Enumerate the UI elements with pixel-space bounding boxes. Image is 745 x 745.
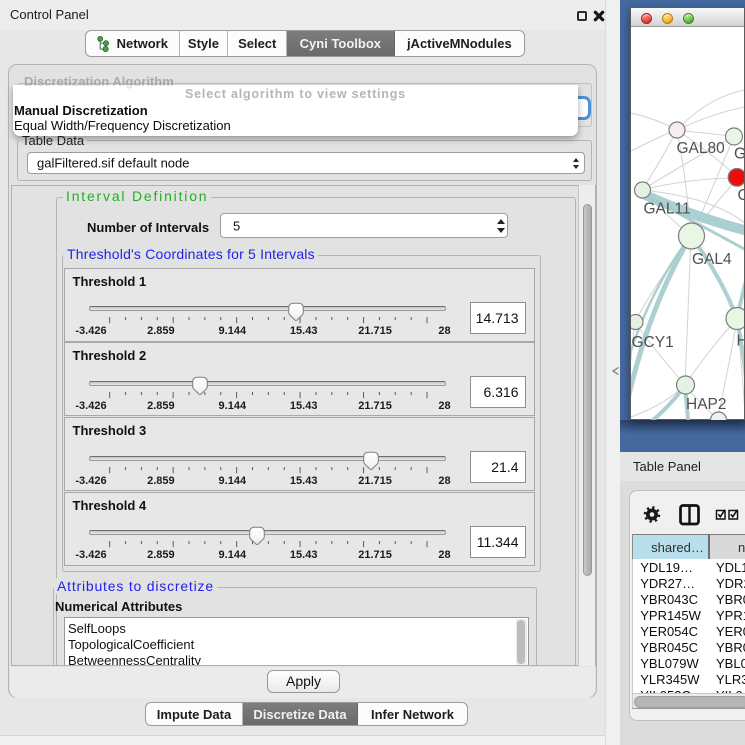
svg-text:GCY1: GCY1 (632, 334, 674, 351)
svg-text:GAL11: GAL11 (644, 201, 691, 218)
svg-text:HA: HA (737, 333, 745, 350)
svg-text:GA: GA (734, 146, 744, 163)
svg-text:CY: CY (738, 187, 745, 204)
svg-text:HAP2: HAP2 (686, 396, 727, 413)
svg-text:GAL4: GAL4 (692, 251, 732, 268)
svg-text:GAL80: GAL80 (677, 140, 726, 157)
